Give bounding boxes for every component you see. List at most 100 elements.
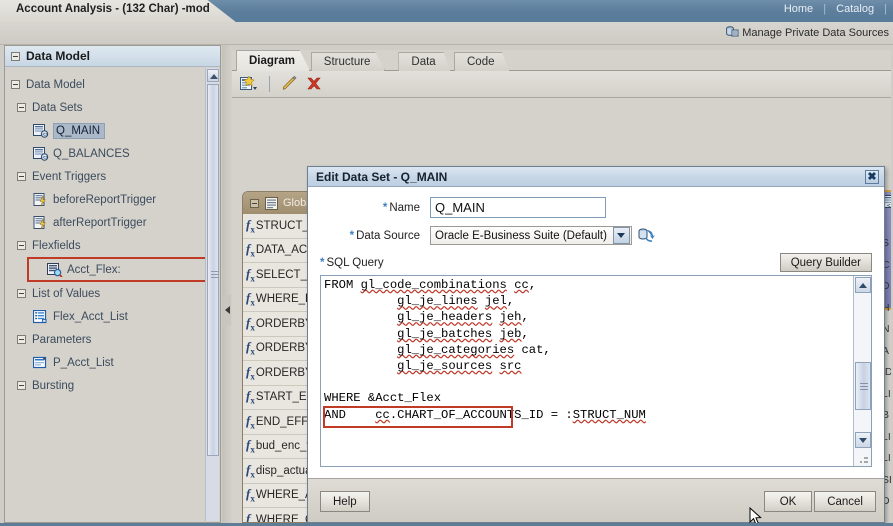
tree-item-flexfields[interactable]: Flexfields bbox=[5, 234, 220, 257]
sql-scrollbar-grip-icon bbox=[860, 383, 868, 390]
tree-item-q-main[interactable]: <> Q_MAIN bbox=[5, 119, 220, 142]
dialog-footer: Help OK Cancel bbox=[308, 478, 884, 522]
data-model-panel: Data Model Data Model Data Sets <> Q_MAIN … bbox=[4, 45, 221, 523]
sql-line: gl_je_batches jeb, bbox=[397, 326, 529, 341]
data-source-value: Oracle E-Business Suite (Default) bbox=[435, 229, 607, 242]
sub-bar: Manage Private Data Sources bbox=[0, 22, 893, 45]
cancel-button[interactable]: Cancel bbox=[814, 491, 876, 512]
tree-item-beforereporttrigger[interactable]: beforeReportTrigger bbox=[5, 188, 220, 211]
function-fx-icon: fx bbox=[246, 461, 255, 480]
manage-private-data-sources-link[interactable]: Manage Private Data Sources bbox=[726, 26, 889, 39]
name-label: * Name bbox=[382, 201, 420, 214]
sql-scrollbar-thumb[interactable] bbox=[855, 362, 871, 410]
tree-item-label: Event Triggers bbox=[32, 170, 107, 183]
query-builder-button[interactable]: Query Builder bbox=[779, 253, 872, 272]
tree-item-label: afterReportTrigger bbox=[53, 216, 147, 229]
global-links: Home | Catalog | bbox=[777, 3, 887, 15]
pencil-icon bbox=[283, 76, 297, 90]
toolbar-separator bbox=[269, 76, 270, 92]
scrollbar-thumb[interactable] bbox=[207, 84, 219, 456]
flexfield-icon bbox=[47, 262, 63, 278]
close-icon[interactable]: ✖ bbox=[865, 170, 879, 184]
sql-line: FROM gl_code_combinations cc, bbox=[324, 278, 537, 292]
tab-data[interactable]: Data bbox=[398, 52, 451, 71]
ok-button[interactable]: OK bbox=[764, 491, 812, 512]
functions-panel-icon bbox=[265, 196, 278, 210]
edit-button[interactable] bbox=[281, 76, 299, 92]
data-source-select[interactable]: Oracle E-Business Suite (Default) bbox=[430, 226, 632, 245]
red-x-icon bbox=[307, 77, 321, 90]
sql-query-text[interactable]: FROM gl_code_combinations cc, gl_je_line… bbox=[324, 277, 851, 466]
dataset-sql-icon: <> bbox=[33, 123, 49, 138]
function-fx-icon: fx bbox=[246, 437, 255, 456]
tab-structure[interactable]: Structure bbox=[310, 52, 386, 71]
tree-item-data-sets[interactable]: Data Sets bbox=[5, 96, 220, 119]
panel-splitter[interactable] bbox=[222, 45, 232, 523]
new-dataset-dropdown-icon bbox=[240, 76, 257, 90]
required-marker: * bbox=[382, 201, 388, 214]
link-separator: | bbox=[823, 3, 827, 15]
document-tab[interactable]: Account Analysis - (132 Char) -mod bbox=[0, 0, 236, 22]
expander-icon[interactable] bbox=[17, 172, 26, 181]
sidebar-scrollbar[interactable] bbox=[205, 68, 219, 521]
list-of-values-icon bbox=[32, 309, 49, 324]
tree-item-acct-flex-[interactable]: Acct_Flex: bbox=[47, 259, 212, 280]
expander-icon[interactable] bbox=[11, 80, 20, 89]
splitter-collapse-handle[interactable] bbox=[223, 295, 231, 325]
expander-icon[interactable] bbox=[17, 103, 26, 112]
tree-item-q-balances[interactable]: <> Q_BALANCES bbox=[5, 142, 220, 165]
tab-diagram[interactable]: Diagram bbox=[236, 50, 311, 71]
expander-icon[interactable] bbox=[17, 381, 26, 390]
tree-item-flex-acct-list[interactable]: Flex_Acct_List bbox=[5, 305, 220, 328]
required-marker-2: * bbox=[349, 229, 355, 242]
sql-line: gl_je_headers jeh, bbox=[397, 310, 529, 325]
name-row: * Name bbox=[320, 197, 872, 218]
function-fx-icon: fx bbox=[246, 314, 255, 333]
data-model-panel-header: Data Model bbox=[5, 46, 220, 67]
new-dataset-button[interactable] bbox=[240, 76, 258, 92]
scrollbar-grip-icon bbox=[211, 271, 219, 278]
sql-query-row: * SQL Query Query Builder bbox=[320, 253, 872, 272]
function-fx-icon: fx bbox=[246, 388, 255, 407]
data-source-row: * Data Source Oracle E-Business Suite (De… bbox=[320, 226, 872, 245]
sql-editor-resize-grip[interactable] bbox=[859, 454, 869, 464]
trigger-icon bbox=[33, 215, 49, 230]
tab-code[interactable]: Code bbox=[454, 52, 510, 71]
scroll-up-icon[interactable] bbox=[855, 277, 871, 293]
chevron-down-icon[interactable] bbox=[612, 227, 630, 244]
tree-item-event-triggers[interactable]: Event Triggers bbox=[5, 165, 220, 188]
scroll-down-icon[interactable] bbox=[855, 432, 871, 448]
scroll-up-arrow-icon[interactable] bbox=[207, 69, 219, 82]
expander-icon[interactable] bbox=[17, 289, 26, 298]
tree-item-bursting[interactable]: Bursting bbox=[5, 374, 220, 397]
functions-collapse-icon[interactable] bbox=[250, 198, 259, 208]
application-window: Account Analysis - (132 Char) -mod Home … bbox=[0, 0, 893, 526]
catalog-link[interactable]: Catalog bbox=[829, 3, 881, 15]
delete-button[interactable] bbox=[305, 76, 323, 92]
name-input[interactable] bbox=[430, 197, 606, 218]
refresh-data-source-icon[interactable] bbox=[638, 228, 655, 244]
data-sources-icon bbox=[726, 26, 739, 38]
tree-item-label: Bursting bbox=[32, 379, 75, 392]
help-button[interactable]: Help bbox=[320, 491, 370, 512]
tree-item-p-acct-list[interactable]: P_Acct_List bbox=[5, 351, 220, 374]
home-link[interactable]: Home bbox=[777, 3, 820, 15]
diagram-toolbar bbox=[232, 71, 891, 98]
tree-item-parameters[interactable]: Parameters bbox=[5, 328, 220, 351]
sql-line: WHERE &Acct_Flex bbox=[324, 391, 442, 406]
tree-item-list-of-values[interactable]: List of Values bbox=[5, 282, 220, 305]
tree-item-data-model[interactable]: Data Model bbox=[5, 73, 220, 96]
tree-item-label: Parameters bbox=[32, 333, 92, 346]
data-model-tree-body: Data Model Data Sets <> Q_MAIN <> Q_BALANCE… bbox=[5, 67, 220, 522]
trigger-icon bbox=[33, 192, 49, 207]
collapse-toggle-icon[interactable] bbox=[11, 51, 20, 61]
dialog-title-bar[interactable]: Edit Data Set - Q_MAIN ✖ bbox=[308, 167, 884, 187]
function-fx-icon: fx bbox=[246, 265, 255, 284]
function-fx-icon: fx bbox=[246, 216, 255, 235]
tree-item-afterreporttrigger[interactable]: afterReportTrigger bbox=[5, 211, 220, 234]
sql-query-editor[interactable]: FROM gl_code_combinations cc, gl_je_line… bbox=[320, 275, 872, 467]
expander-icon[interactable] bbox=[17, 241, 26, 250]
expander-icon[interactable] bbox=[17, 335, 26, 344]
function-fx-icon: fx bbox=[246, 363, 255, 382]
sql-editor-scrollbar[interactable] bbox=[853, 276, 871, 466]
